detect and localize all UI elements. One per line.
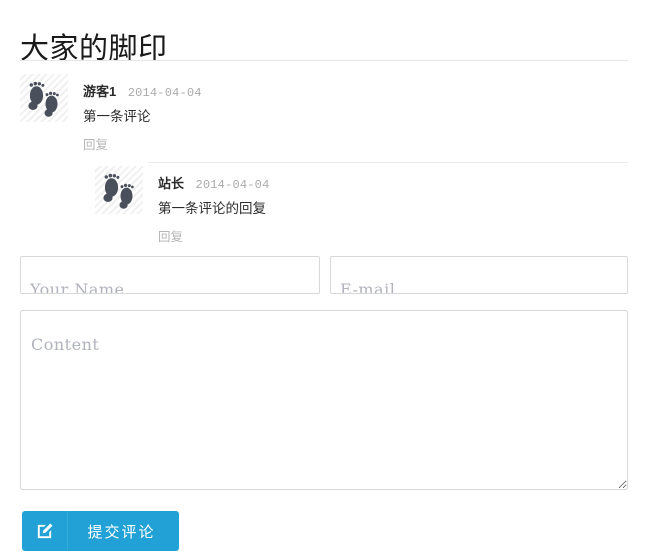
comment-author: 站长 <box>158 176 185 191</box>
reply-link[interactable]: 回复 <box>83 135 108 155</box>
page-title: 大家的脚印 <box>20 33 168 66</box>
comment-text: 第一条评论的回复 <box>158 201 266 216</box>
submit-comment-button[interactable]: 提交评论 <box>22 511 179 551</box>
comment-body: 游客1 2014-04-04 第一条评论 回复 <box>83 70 628 155</box>
avatar <box>95 166 143 214</box>
email-input[interactable] <box>330 256 628 294</box>
comment-meta: 游客1 2014-04-04 <box>83 70 628 103</box>
footprints-icon <box>28 81 59 117</box>
edit-square-icon <box>22 511 68 551</box>
comment-text: 第一条评论 <box>83 109 151 124</box>
reply-link[interactable]: 回复 <box>158 227 183 247</box>
title-divider <box>20 60 628 61</box>
content-textarea[interactable] <box>20 310 628 490</box>
comment-form-fields <box>20 256 628 294</box>
comment-date: 2014-04-04 <box>195 178 270 192</box>
comment-date: 2014-04-04 <box>127 86 202 100</box>
footprints-icon <box>103 173 134 209</box>
name-input[interactable] <box>20 256 320 294</box>
comment-meta: 站长 2014-04-04 <box>158 162 628 195</box>
avatar <box>20 74 68 122</box>
submit-button-label: 提交评论 <box>87 523 156 541</box>
comments-page: 大家的脚印 游客1 2014-04-04 第一条评论 回复 站长 2014-04… <box>0 0 650 559</box>
content-field-wrap <box>20 310 628 490</box>
comment-author: 游客1 <box>83 84 117 99</box>
comment-body: 站长 2014-04-04 第一条评论的回复 回复 <box>158 162 628 247</box>
